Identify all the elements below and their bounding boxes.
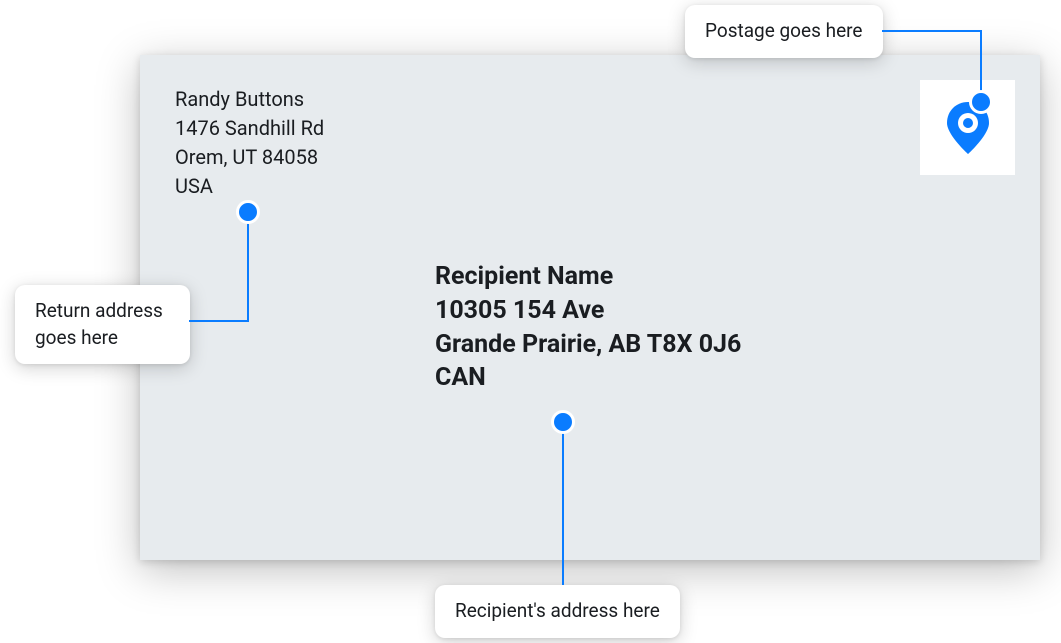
callout-return-text: Return address goes here — [35, 299, 163, 349]
connector-return-h — [189, 320, 249, 322]
connector-recipient-dot — [551, 410, 575, 434]
return-city-state-zip: Orem, UT 84058 — [175, 143, 324, 172]
recipient-country: CAN — [435, 361, 741, 395]
callout-recipient: Recipient's address here — [435, 585, 680, 638]
callout-recipient-text: Recipient's address here — [455, 599, 660, 622]
callout-postage: Postage goes here — [685, 5, 883, 58]
return-address-block: Randy Buttons 1476 Sandhill Rd Orem, UT … — [175, 85, 324, 201]
recipient-city-province-postal: Grande Prairie, AB T8X 0J6 — [435, 328, 741, 362]
connector-return-v — [247, 215, 249, 322]
return-street: 1476 Sandhill Rd — [175, 114, 324, 143]
connector-postage-h — [882, 30, 982, 32]
callout-return: Return address goes here — [15, 285, 190, 364]
postage-stamp — [920, 80, 1015, 175]
connector-return-dot — [236, 200, 260, 224]
connector-recipient-v — [562, 425, 564, 585]
callout-postage-text: Postage goes here — [705, 19, 863, 42]
envelope: Randy Buttons 1476 Sandhill Rd Orem, UT … — [140, 55, 1040, 560]
return-name: Randy Buttons — [175, 85, 324, 114]
recipient-street: 10305 154 Ave — [435, 294, 741, 328]
recipient-name: Recipient Name — [435, 260, 741, 294]
recipient-address-block: Recipient Name 10305 154 Ave Grande Prai… — [435, 260, 741, 395]
return-country: USA — [175, 172, 324, 201]
connector-postage-dot — [969, 90, 993, 114]
